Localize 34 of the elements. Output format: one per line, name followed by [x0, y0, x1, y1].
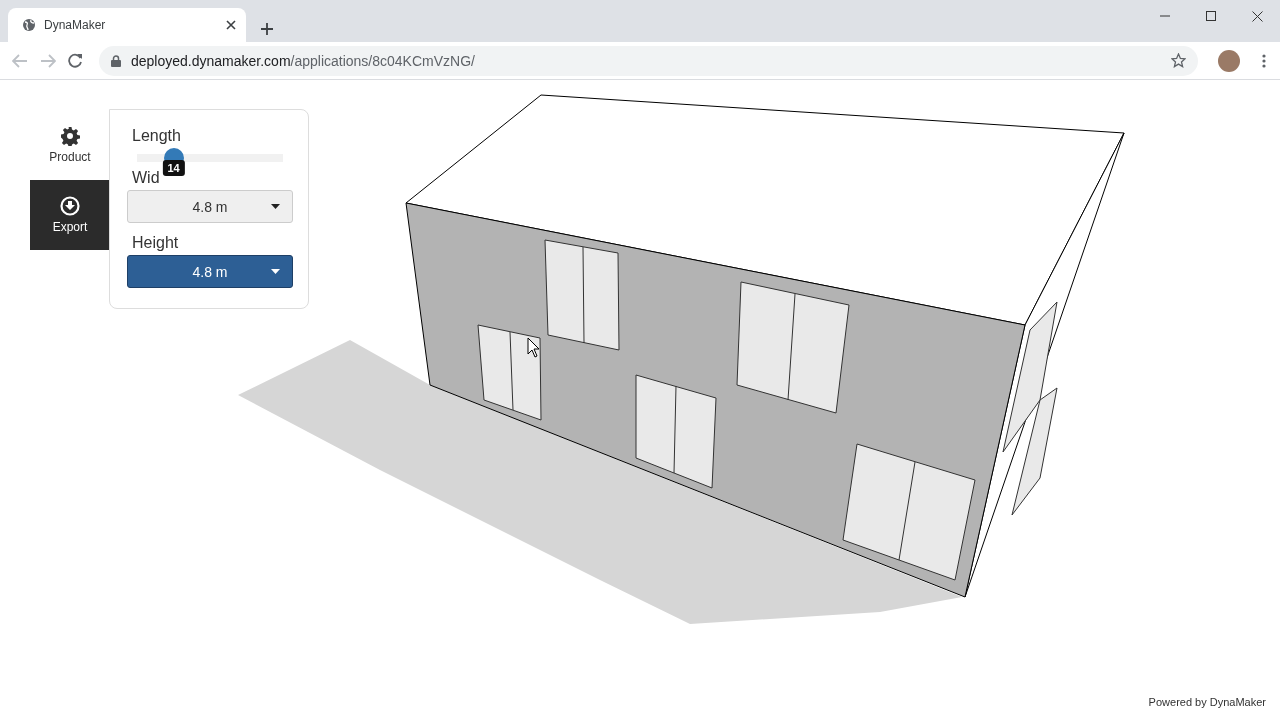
url-text: deployed.dynamaker.com/applications/8c04KCmVzNG/ — [131, 52, 476, 69]
sidebar-tab[interactable]: Export — [30, 180, 110, 250]
cursor-icon — [527, 337, 540, 358]
menu-button[interactable] — [1262, 53, 1266, 68]
new-tab-button[interactable] — [260, 22, 274, 36]
tab-title: DynaMaker — [44, 18, 107, 32]
slider-label: Length — [132, 126, 181, 146]
close-tab-button[interactable] — [226, 20, 236, 30]
reload-button[interactable] — [68, 53, 83, 68]
maximize-icon — [1206, 11, 1216, 21]
download-icon — [60, 196, 80, 216]
field-label: Height — [132, 233, 179, 253]
minimize-icon — [1160, 15, 1170, 17]
forward-arrow-icon — [40, 53, 56, 68]
caret-icon — [271, 269, 280, 274]
close-icon — [226, 20, 236, 30]
browser-tab[interactable]: DynaMaker — [8, 8, 246, 42]
dropdown[interactable]: 4.8 m — [127, 255, 293, 288]
globe-icon — [22, 18, 36, 32]
footer-text: Powered by DynaMaker — [1148, 696, 1266, 708]
plus-icon — [260, 22, 274, 36]
field-label: Wid — [132, 168, 160, 188]
profile-avatar[interactable] — [1218, 49, 1240, 72]
caret-icon — [271, 204, 280, 209]
close-icon — [1251, 10, 1263, 22]
back-arrow-icon — [12, 53, 28, 68]
address-bar[interactable]: deployed.dynamaker.com/applications/8c04KCmVzNG/ — [99, 45, 1198, 76]
gear-icon — [60, 126, 80, 146]
star-icon[interactable] — [1171, 53, 1186, 68]
reload-icon — [68, 53, 83, 68]
more-icon — [1262, 53, 1266, 68]
lock-icon — [111, 54, 121, 67]
dropdown[interactable]: 4.8 m — [127, 190, 293, 223]
slider-tooltip: 14 — [162, 160, 185, 176]
